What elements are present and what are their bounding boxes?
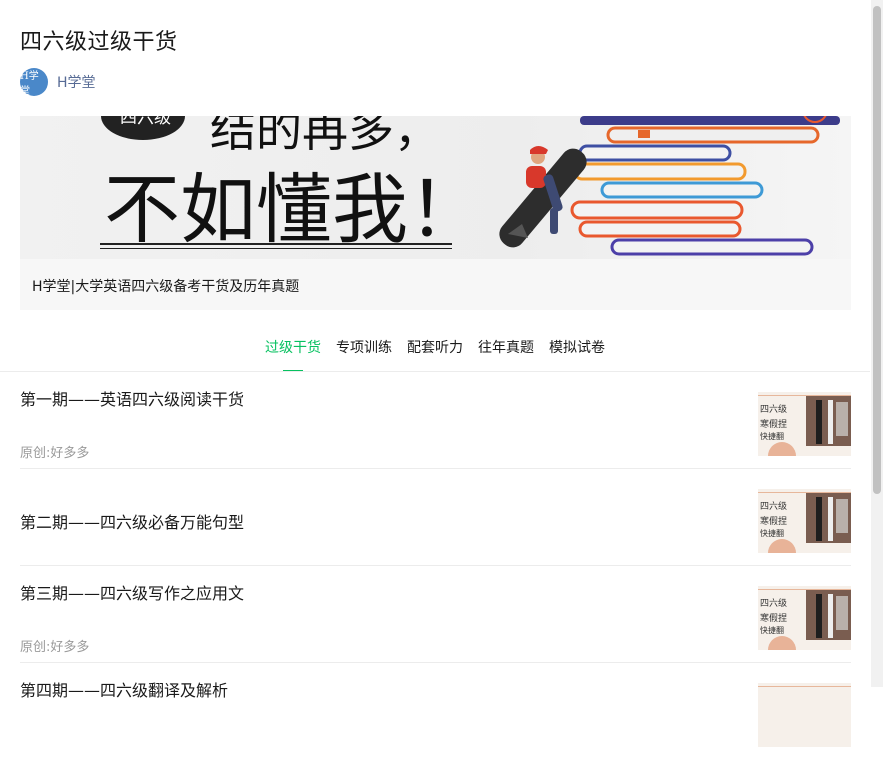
list-item[interactable]: 第二期——四六级必备万能句型 四六级 寒假捏 快捷翻: [20, 469, 851, 566]
banner-image: 四六级 结的再多， 不如懂我！: [20, 116, 851, 259]
book-stack-illustration: [570, 116, 840, 256]
tab-guojiganhuo[interactable]: 过级干货: [265, 334, 321, 372]
page-title: 四六级过级干货: [20, 30, 178, 55]
banner-badge-text: 四六级: [120, 116, 171, 128]
tab-monishijuan[interactable]: 模拟试卷: [549, 334, 605, 372]
banner-line1: 结的再多，: [210, 116, 440, 157]
scrollbar-thumb[interactable]: [873, 6, 881, 494]
scrollbar[interactable]: [871, 0, 883, 687]
svg-text:四六级: 四六级: [760, 403, 787, 415]
tab-zhuanxiangxunlian[interactable]: 专项训练: [336, 334, 392, 372]
author-name[interactable]: H学堂: [57, 72, 96, 92]
banner-underline-2: [100, 248, 452, 249]
svg-text:快捷翻: 快捷翻: [760, 528, 784, 538]
tab-wangnianzhenti[interactable]: 往年真题: [478, 334, 534, 372]
tab-peitaotingli[interactable]: 配套听力: [407, 334, 463, 372]
pen-rider-illustration: [499, 146, 587, 248]
article-title[interactable]: 第一期——英语四六级阅读干货: [20, 386, 244, 410]
avatar[interactable]: H学堂: [20, 68, 48, 97]
article-thumbnail[interactable]: 四六级 寒假捏 快捷翻: [758, 586, 851, 650]
article-title[interactable]: 第四期——四六级翻译及解析: [20, 677, 228, 701]
article-title[interactable]: 第三期——四六级写作之应用文: [20, 580, 244, 604]
tab-bar: 过级干货 专项训练 配套听力 往年真题 模拟试卷: [0, 334, 870, 372]
svg-text:快捷翻: 快捷翻: [760, 431, 784, 441]
list-item[interactable]: 第四期——四六级翻译及解析: [20, 663, 851, 759]
article-thumbnail[interactable]: [758, 683, 851, 747]
svg-text:寒假捏: 寒假捏: [760, 418, 787, 430]
banner-caption: H学堂|大学英语四六级备考干货及历年真题: [32, 279, 300, 295]
article-source: 原创:好多多: [20, 446, 90, 461]
author-row[interactable]: H学堂 H学堂: [20, 68, 96, 97]
article-source: 原创:好多多: [20, 640, 90, 655]
svg-text:四六级: 四六级: [760, 597, 787, 609]
svg-text:快捷翻: 快捷翻: [760, 625, 784, 635]
album-banner: 四六级 结的再多， 不如懂我！ H学堂|大学英语四六级备考干货及历年真题: [20, 116, 851, 310]
banner-underline-1: [100, 243, 452, 245]
list-item[interactable]: 第三期——四六级写作之应用文 原创:好多多 四六级 寒假捏 快捷翻: [20, 566, 851, 663]
article-thumbnail[interactable]: 四六级 寒假捏 快捷翻: [758, 392, 851, 456]
article-thumbnail[interactable]: 四六级 寒假捏 快捷翻: [758, 489, 851, 553]
svg-text:四六级: 四六级: [760, 500, 787, 512]
banner-line2: 不如懂我！: [104, 165, 484, 254]
svg-text:寒假捏: 寒假捏: [760, 515, 787, 527]
svg-text:寒假捏: 寒假捏: [760, 612, 787, 624]
list-item[interactable]: 第一期——英语四六级阅读干货 原创:好多多 四六级 寒假捏 快捷翻: [20, 372, 851, 469]
article-title[interactable]: 第二期——四六级必备万能句型: [20, 509, 244, 533]
